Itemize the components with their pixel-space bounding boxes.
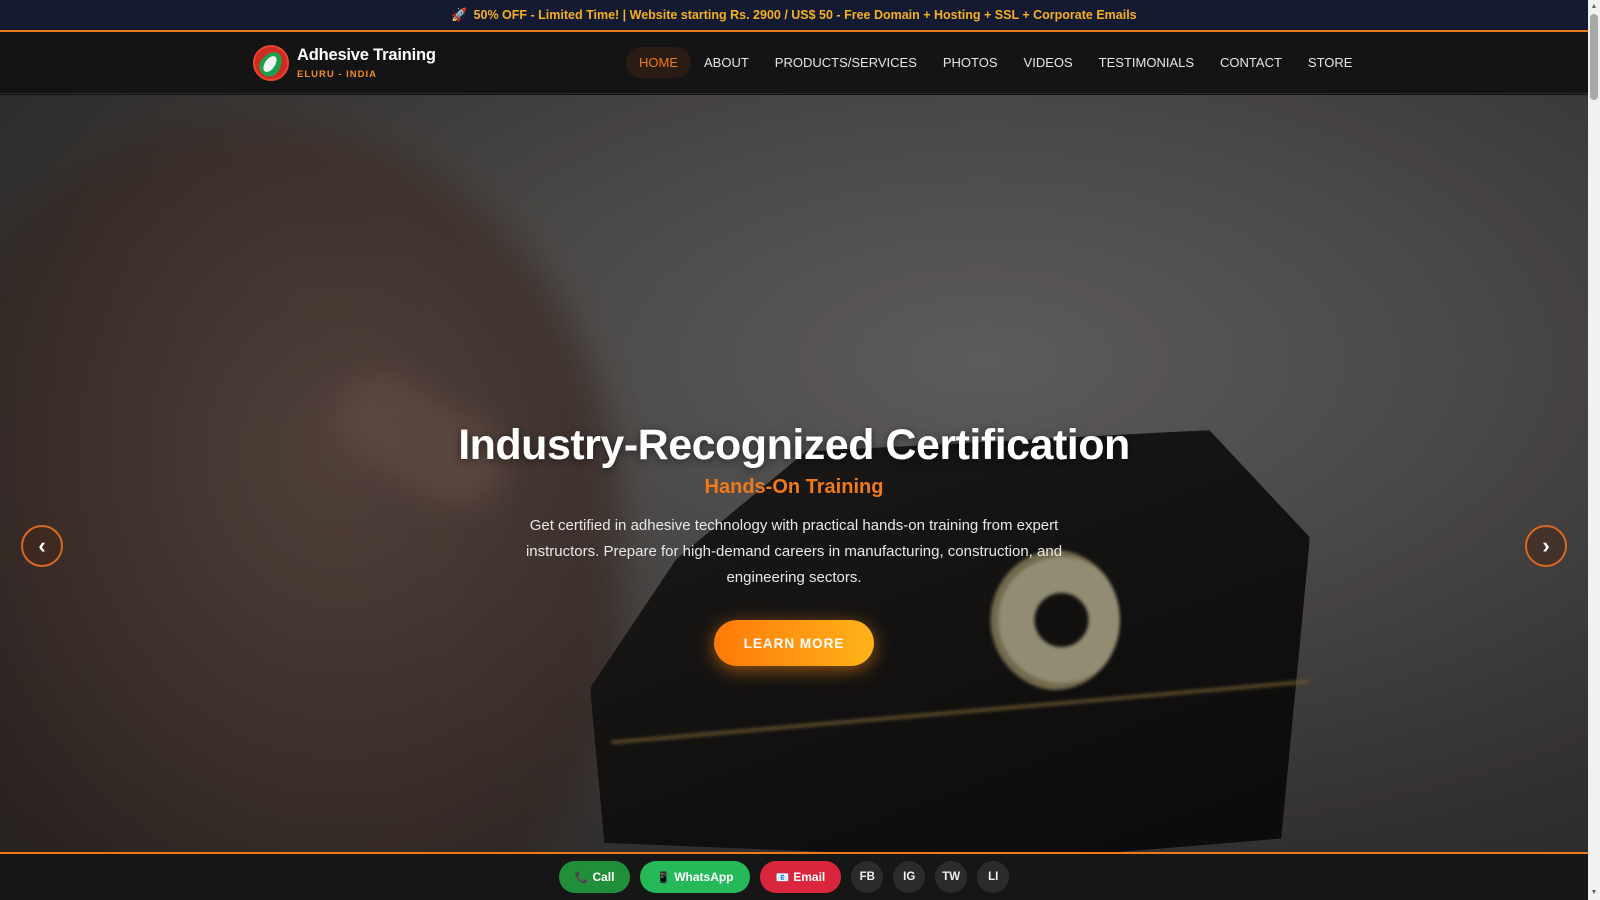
brand-text: Adhesive Training ELURU - INDIA bbox=[297, 46, 436, 80]
bottom-contact-bar: 📞 Call 📱 WhatsApp 📧 Email FB IG TW LI bbox=[0, 852, 1588, 900]
main-nav: HOME ABOUT PRODUCTS/SERVICES PHOTOS VIDE… bbox=[626, 47, 1365, 78]
nav-home[interactable]: HOME bbox=[626, 47, 691, 78]
site-header: Adhesive Training ELURU - INDIA HOME ABO… bbox=[0, 32, 1588, 94]
instagram-link[interactable]: IG bbox=[893, 861, 926, 893]
page-scrollbar[interactable]: ▲ ▼ bbox=[1588, 0, 1600, 900]
nav-testimonials[interactable]: TESTIMONIALS bbox=[1086, 47, 1207, 78]
nav-about[interactable]: ABOUT bbox=[691, 47, 762, 78]
promo-text: 50% OFF - Limited Time! | Website starti… bbox=[473, 8, 1137, 22]
mobile-icon: 📱 bbox=[656, 871, 671, 884]
hero-slider: Industry-Recognized Certification Hands-… bbox=[0, 95, 1588, 852]
hero-title: Industry-Recognized Certification bbox=[458, 421, 1130, 469]
rocket-icon: 🚀 bbox=[451, 7, 468, 22]
facebook-link[interactable]: FB bbox=[851, 861, 884, 893]
call-label: Call bbox=[592, 870, 615, 884]
nav-photos[interactable]: PHOTOS bbox=[930, 47, 1011, 78]
email-label: Email bbox=[793, 870, 826, 884]
scrollbar-thumb[interactable] bbox=[1590, 14, 1598, 100]
brand-location: ELURU - INDIA bbox=[297, 69, 378, 80]
logo-icon bbox=[253, 45, 289, 81]
whatsapp-label: WhatsApp bbox=[674, 870, 734, 884]
nav-products-services[interactable]: PRODUCTS/SERVICES bbox=[762, 47, 930, 78]
call-button[interactable]: 📞 Call bbox=[558, 861, 631, 893]
learn-more-button[interactable]: LEARN MORE bbox=[714, 620, 874, 666]
nav-videos[interactable]: VIDEOS bbox=[1011, 47, 1086, 78]
whatsapp-button[interactable]: 📱 WhatsApp bbox=[640, 861, 750, 893]
brand-logo-link[interactable]: Adhesive Training ELURU - INDIA bbox=[253, 45, 436, 81]
scroll-up-icon[interactable]: ▲ bbox=[1590, 2, 1598, 12]
chevron-right-icon: › bbox=[1542, 533, 1550, 558]
hero-description: Get certified in adhesive technology wit… bbox=[525, 517, 1063, 586]
twitter-link[interactable]: TW bbox=[935, 861, 968, 893]
brand-name: Adhesive Training bbox=[297, 46, 436, 64]
nav-contact[interactable]: CONTACT bbox=[1207, 47, 1295, 78]
slider-prev-button[interactable]: ‹ bbox=[21, 525, 63, 567]
promo-bar: 🚀 50% OFF - Limited Time! | Website star… bbox=[0, 0, 1588, 32]
scroll-down-icon[interactable]: ▼ bbox=[1590, 888, 1598, 898]
hero-subtitle: Hands-On Training bbox=[704, 476, 884, 498]
chevron-left-icon: ‹ bbox=[38, 533, 46, 558]
linkedin-link[interactable]: LI bbox=[977, 861, 1010, 893]
email-button[interactable]: 📧 Email bbox=[759, 861, 842, 893]
mail-icon: 📧 bbox=[775, 871, 790, 884]
hero-content: Industry-Recognized Certification Hands-… bbox=[0, 95, 1588, 852]
nav-store[interactable]: STORE bbox=[1295, 47, 1366, 78]
phone-icon: 📞 bbox=[574, 871, 589, 884]
slider-next-button[interactable]: › bbox=[1525, 525, 1567, 567]
